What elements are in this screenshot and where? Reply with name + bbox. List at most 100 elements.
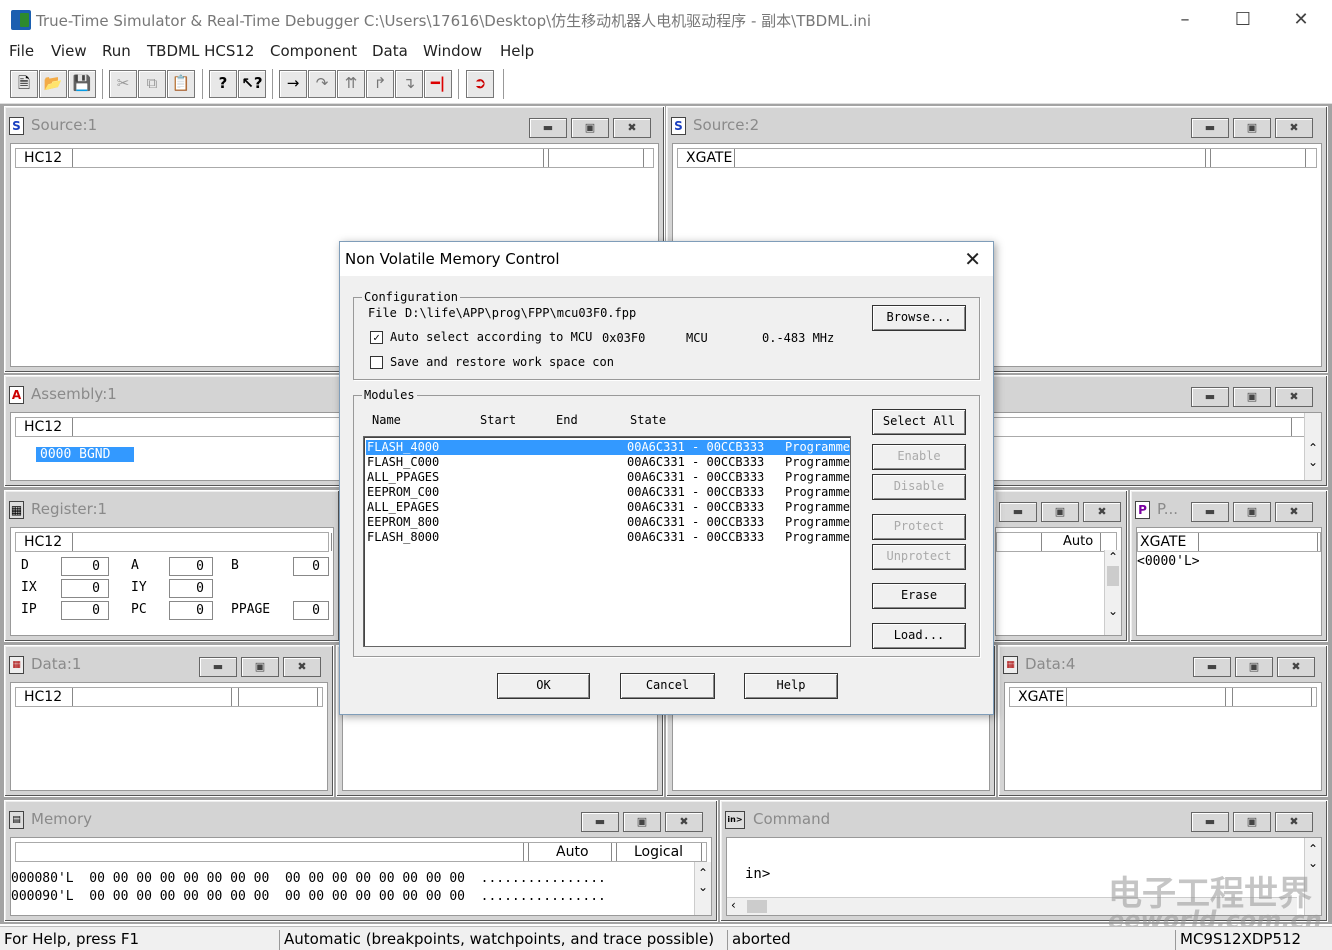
win-maximize-button[interactable]: ▣ — [1233, 118, 1271, 138]
cut-icon[interactable]: ✂ — [109, 70, 137, 98]
win-minimize-button[interactable]: ▬ — [999, 502, 1037, 522]
select-all-button[interactable]: Select All — [872, 409, 966, 435]
win-close-button[interactable]: ✖ — [1277, 657, 1315, 677]
menu-file[interactable]: File — [9, 42, 34, 60]
reg-pc-value[interactable]: 0 — [169, 601, 213, 620]
help-icon[interactable]: ? — [209, 70, 237, 98]
data1-window[interactable]: ▦ Data:1 ▬ ▣ ✖ HC12 — [4, 645, 334, 797]
memory-line[interactable]: 000080'L 00 00 00 00 00 00 00 00 00 00 0… — [11, 871, 606, 886]
win-close-button[interactable]: ✖ — [1275, 387, 1313, 407]
reg-a-value[interactable]: 0 — [169, 557, 213, 576]
memory-auto-label[interactable]: Auto — [556, 844, 589, 860]
win-maximize-button[interactable]: ▣ — [1233, 812, 1271, 832]
reg-ppage-value[interactable]: 0 — [293, 601, 329, 620]
reg-d-value[interactable]: 0 — [61, 557, 109, 576]
enable-button[interactable]: Enable — [872, 444, 966, 470]
win-close-button[interactable]: ✖ — [665, 812, 703, 832]
maximize-button[interactable]: ☐ — [1220, 6, 1266, 34]
paste-icon[interactable]: 📋 — [167, 70, 195, 98]
step-out-icon[interactable]: ⇈ — [337, 70, 365, 98]
modules-list[interactable]: FLASH_4000 00A6C331 - 00CCB333 Programme F… — [363, 436, 851, 647]
save-restore-checkbox[interactable] — [370, 356, 383, 369]
win-close-button[interactable]: ✖ — [1275, 502, 1313, 522]
menu-component[interactable]: Component — [270, 42, 357, 60]
memory-scrollbar[interactable]: ⌃ ⌄ — [694, 862, 711, 915]
win-maximize-button[interactable]: ▣ — [1041, 502, 1079, 522]
assembly-scrollbar[interactable]: ⌃ ⌄ — [1304, 413, 1321, 480]
disable-button[interactable]: Disable — [872, 474, 966, 500]
command-title: Command — [753, 810, 831, 828]
win-maximize-button[interactable]: ▣ — [1235, 657, 1273, 677]
win-minimize-button[interactable]: ▬ — [199, 657, 237, 677]
memory-line[interactable]: 000090'L 00 00 00 00 00 00 00 00 00 00 0… — [11, 889, 606, 904]
procedure-line[interactable]: <0000'L> — [1137, 554, 1200, 569]
close-button[interactable]: ✕ — [1278, 6, 1324, 34]
win-minimize-button[interactable]: ▬ — [529, 118, 567, 138]
win-maximize-button[interactable]: ▣ — [623, 812, 661, 832]
win-close-button[interactable]: ✖ — [613, 118, 651, 138]
module-row[interactable]: EEPROM_C00 00A6C331 - 00CCB333 Programme — [366, 485, 850, 500]
context-help-icon[interactable]: ↖? — [238, 70, 266, 98]
erase-button[interactable]: Erase — [872, 583, 966, 609]
ok-button[interactable]: OK — [497, 673, 590, 699]
win-maximize-button[interactable]: ▣ — [571, 118, 609, 138]
data3-window[interactable]: ▬ ▣ ✖ Auto ⌃ ⌄ — [994, 490, 1128, 642]
win-minimize-button[interactable]: ▬ — [1191, 502, 1229, 522]
memory-window[interactable]: ▤ Memory ▬ ▣ ✖ Auto Logical 000080'L 00 0… — [4, 800, 718, 922]
load-button[interactable]: Load... — [872, 623, 966, 649]
win-maximize-button[interactable]: ▣ — [1233, 502, 1271, 522]
save-icon[interactable]: 💾 — [68, 70, 96, 98]
help-button[interactable]: Help — [744, 673, 838, 699]
win-minimize-button[interactable]: ▬ — [581, 812, 619, 832]
memory-logical-label[interactable]: Logical — [634, 844, 683, 860]
module-row[interactable]: ALL_EPAGES 00A6C331 - 00CCB333 Programme — [366, 500, 850, 515]
win-minimize-button[interactable]: ▬ — [1191, 387, 1229, 407]
module-row[interactable]: ALL_PPAGES 00A6C331 - 00CCB333 Programme — [366, 470, 850, 485]
procedure-window[interactable]: P P... ▬ ▣ ✖ XGATE <0000'L> — [1130, 490, 1328, 642]
win-close-button[interactable]: ✖ — [1275, 118, 1313, 138]
win-close-button[interactable]: ✖ — [283, 657, 321, 677]
dialog-close-icon[interactable]: ✕ — [964, 247, 981, 271]
open-icon[interactable]: 📂 — [39, 70, 67, 98]
halt-icon[interactable]: ━| — [424, 70, 452, 98]
data4-window[interactable]: ▦ Data:4 ▬ ▣ ✖ XGATE — [998, 645, 1328, 797]
reg-ix-value[interactable]: 0 — [61, 579, 109, 598]
menu-help[interactable]: Help — [500, 42, 534, 60]
unprotect-button[interactable]: Unprotect — [872, 544, 966, 570]
reset-icon[interactable]: ➲ — [466, 70, 494, 98]
win-maximize-button[interactable]: ▣ — [1233, 387, 1271, 407]
menu-tbdml[interactable]: TBDML HCS12 — [147, 42, 254, 60]
module-row[interactable]: FLASH_4000 00A6C331 - 00CCB333 Programme — [366, 440, 850, 455]
menu-run[interactable]: Run — [102, 42, 131, 60]
new-icon[interactable]: 🗎 — [10, 70, 38, 98]
module-row[interactable]: FLASH_C000 00A6C331 - 00CCB333 Programme — [366, 455, 850, 470]
assembly-step-over-icon[interactable]: ↴ — [395, 70, 423, 98]
win-minimize-button[interactable]: ▬ — [1191, 118, 1229, 138]
reg-iy-value[interactable]: 0 — [169, 579, 213, 598]
module-row[interactable]: FLASH_8000 00A6C331 - 00CCB333 Programme — [366, 530, 850, 545]
assembly-step-icon[interactable]: ↱ — [366, 70, 394, 98]
win-close-button[interactable]: ✖ — [1275, 812, 1313, 832]
module-row[interactable]: EEPROM_800 00A6C331 - 00CCB333 Programme — [366, 515, 850, 530]
cancel-button[interactable]: Cancel — [620, 673, 715, 699]
assembly-line-selected[interactable]: 0000 BGND — [36, 447, 134, 462]
win-close-button[interactable]: ✖ — [1083, 502, 1121, 522]
command-prompt[interactable]: in> — [745, 866, 770, 882]
reg-b-value[interactable]: 0 — [293, 557, 329, 576]
step-over-icon[interactable]: ↷ — [308, 70, 336, 98]
menu-data[interactable]: Data — [372, 42, 408, 60]
auto-select-checkbox[interactable]: ✓ — [370, 331, 383, 344]
minimize-button[interactable]: – — [1162, 6, 1208, 34]
reg-ip-value[interactable]: 0 — [61, 601, 109, 620]
win-maximize-button[interactable]: ▣ — [241, 657, 279, 677]
browse-button[interactable]: Browse... — [872, 305, 966, 331]
menu-view[interactable]: View — [51, 42, 87, 60]
data3-scrollbar[interactable]: ⌃ ⌄ — [1104, 550, 1121, 635]
protect-button[interactable]: Protect — [872, 514, 966, 540]
step-icon[interactable]: → — [279, 70, 307, 98]
register1-window[interactable]: ▦ Register:1 HC12 D 0 A 0 B 0 IX 0 IY 0 … — [4, 490, 340, 642]
copy-icon[interactable]: ⧉ — [138, 70, 166, 98]
menu-window[interactable]: Window — [423, 42, 482, 60]
win-minimize-button[interactable]: ▬ — [1191, 812, 1229, 832]
win-minimize-button[interactable]: ▬ — [1193, 657, 1231, 677]
